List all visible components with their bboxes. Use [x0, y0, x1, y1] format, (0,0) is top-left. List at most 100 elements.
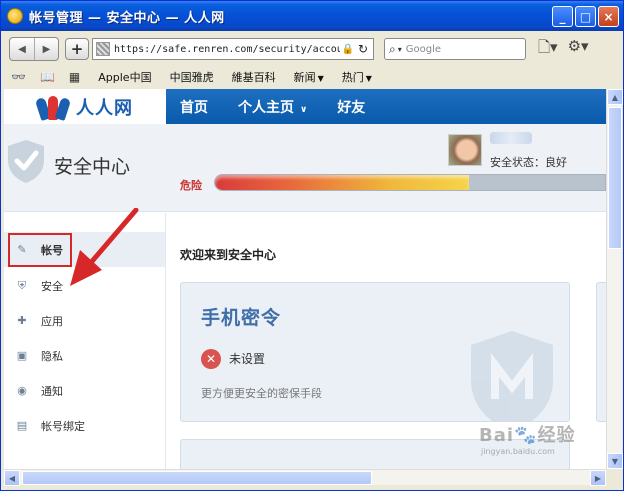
bookmark-label: 中国雅虎: [169, 71, 214, 84]
nav-label: 首页: [180, 99, 208, 116]
address-bar[interactable]: https://safe.renren.com/security/accou 🔒…: [92, 38, 374, 60]
site-nav: 首页 个人主页 ∨ 好友: [166, 97, 381, 117]
scroll-up-icon[interactable]: ▲: [607, 89, 623, 105]
security-banner: 安全中心 安全状态：良好: [4, 124, 606, 212]
navigation-toolbar: ◀ ▶ + https://safe.renren.com/security/a…: [1, 31, 623, 67]
scroll-down-icon[interactable]: ▼: [607, 453, 623, 469]
card-description: 更方便更安全的密保手段: [201, 387, 322, 400]
sidebar-item-apps[interactable]: ✚ 应用: [4, 303, 165, 338]
back-button[interactable]: ◀: [10, 38, 34, 60]
scrollbar-corner: [606, 469, 622, 485]
nav-friends[interactable]: 好友: [337, 97, 365, 117]
title-bar: 帐号管理 — 安全中心 — 人人网 _ □ ×: [1, 1, 623, 31]
history-buttons: ◀ ▶: [9, 37, 59, 61]
nav-label: 个人主页: [238, 99, 294, 116]
id-card-icon: ▤: [16, 419, 28, 432]
logo-text: 人人网: [76, 97, 133, 119]
scroll-right-icon[interactable]: ▶: [590, 470, 606, 486]
chevron-down-icon: ▼: [317, 74, 324, 83]
open-book-icon[interactable]: 📖: [40, 70, 55, 84]
card-status: 未设置: [229, 352, 266, 366]
error-x-icon: ✕: [201, 349, 221, 369]
browser-app-icon: [7, 8, 23, 24]
bookmark-popular[interactable]: 热门 ▼: [342, 69, 372, 85]
sidebar-item-label: 隐私: [41, 349, 63, 363]
sidebar-item-label: 安全: [41, 279, 63, 293]
sidebar-item-privacy[interactable]: ▣ 隐私: [4, 338, 165, 373]
bookmark-apple-china[interactable]: Apple中国: [98, 69, 151, 85]
nav-home[interactable]: 首页: [180, 97, 208, 117]
bookmark-news[interactable]: 新闻 ▼: [294, 69, 324, 85]
watermark-brand: Bai: [479, 425, 515, 446]
avatar[interactable]: [448, 134, 482, 166]
chevron-down-icon: ▼: [365, 74, 372, 83]
close-button[interactable]: ×: [598, 6, 619, 27]
address-url[interactable]: https://safe.renren.com/security/accou: [114, 44, 340, 55]
reading-glasses-icon[interactable]: 👓: [11, 70, 26, 84]
nav-label: 好友: [337, 99, 366, 116]
chevron-down-icon: ∨: [300, 104, 308, 115]
page-title: 安全中心: [54, 156, 131, 178]
grid-icon[interactable]: ▦: [69, 70, 80, 84]
scroll-left-icon[interactable]: ◀: [4, 470, 20, 486]
bookmark-label: Apple中国: [98, 71, 152, 84]
bookmark-label: 維基百科: [231, 71, 276, 84]
lock-icon: ▣: [16, 349, 28, 362]
search-box[interactable]: ⌕ ▾ Google: [384, 38, 526, 60]
window-title: 帐号管理 — 安全中心 — 人人网: [29, 10, 225, 26]
security-status: 安全状态：良好: [490, 156, 567, 169]
shield-icon: ⛨: [17, 278, 27, 292]
forward-button[interactable]: ▶: [34, 38, 58, 60]
window-controls: _ □ ×: [552, 6, 619, 27]
search-input[interactable]: Google: [406, 44, 441, 55]
bookmarks-bar: 👓 📖 ▦ Apple中国 中国雅虎 維基百科 新闻 ▼ 热门 ▼: [1, 67, 623, 87]
sidebar-item-notifications[interactable]: ◉ 通知: [4, 373, 165, 408]
page-viewport: 人人网 首页 个人主页 ∨ 好友 安全中心 安全状态：良好 危险 ✎ 帐号 ⛨ …: [4, 89, 606, 469]
bookmark-label: 新闻: [293, 71, 316, 84]
sidebar-item-label: 应用: [41, 314, 63, 328]
puzzle-icon: ✚: [17, 314, 27, 327]
forward-arrow-icon: ▶: [42, 43, 51, 55]
next-card-partial[interactable]: [596, 282, 606, 422]
back-arrow-icon: ◀: [18, 43, 26, 55]
blurred-username: [490, 132, 532, 144]
risk-label: 危险: [180, 179, 202, 192]
vertical-scroll-thumb[interactable]: [608, 107, 622, 249]
horizontal-scroll-thumb[interactable]: [22, 471, 372, 485]
bookmark-wikipedia[interactable]: 維基百科: [232, 69, 276, 85]
maximize-button[interactable]: □: [575, 6, 596, 27]
card-title: 手机密令: [201, 307, 282, 329]
shield-watermark-icon: [471, 331, 553, 421]
search-engine-dropdown-icon[interactable]: ▾: [398, 45, 402, 54]
phone-token-card[interactable]: 手机密令 ✕ 未设置 更方便更安全的密保手段: [180, 282, 570, 422]
sidebar-item-label: 通知: [41, 384, 63, 398]
minimize-button[interactable]: _: [552, 6, 573, 27]
renren-logo[interactable]: 人人网: [4, 89, 166, 124]
bookmark-yahoo-china[interactable]: 中国雅虎: [170, 69, 214, 85]
welcome-heading: 欢迎来到安全中心: [180, 248, 277, 262]
renren-logo-icon: [34, 94, 72, 121]
bookmark-label: 热门: [341, 71, 364, 84]
page-menu-icon[interactable]: 🗋▾: [538, 37, 558, 62]
toolbar-icons: 🗋▾ ⚙▾: [538, 37, 589, 62]
security-shield-icon: [8, 140, 44, 183]
horizontal-scrollbar[interactable]: ◀ ▶: [4, 469, 606, 486]
secure-lock-icon[interactable]: 🔒: [342, 43, 354, 55]
sidebar-item-label: 帐号绑定: [41, 419, 85, 433]
search-icon[interactable]: ⌕: [389, 42, 396, 57]
security-meter-fill: [215, 175, 469, 190]
baidu-watermark: Bai🐾经验: [479, 425, 576, 446]
gear-icon[interactable]: ⚙▾: [568, 37, 589, 62]
reload-icon[interactable]: ↻: [356, 42, 370, 56]
annotation-arrow-icon: [70, 208, 139, 286]
speaker-icon: ◉: [17, 384, 27, 397]
highlight-box: [8, 233, 72, 267]
new-tab-button[interactable]: +: [65, 38, 89, 60]
vertical-scrollbar[interactable]: ▲ ▼: [606, 89, 623, 469]
site-header: 人人网 首页 个人主页 ∨ 好友: [4, 89, 606, 124]
watermark-brand-suffix: 经验: [537, 425, 576, 446]
browser-window: 帐号管理 — 安全中心 — 人人网 _ □ × ◀ ▶ + https://sa…: [0, 0, 624, 491]
sidebar-item-account-binding[interactable]: ▤ 帐号绑定: [4, 408, 165, 443]
nav-profile[interactable]: 个人主页 ∨: [238, 97, 307, 117]
watermark-url: jingyan.baidu.com: [481, 447, 555, 456]
